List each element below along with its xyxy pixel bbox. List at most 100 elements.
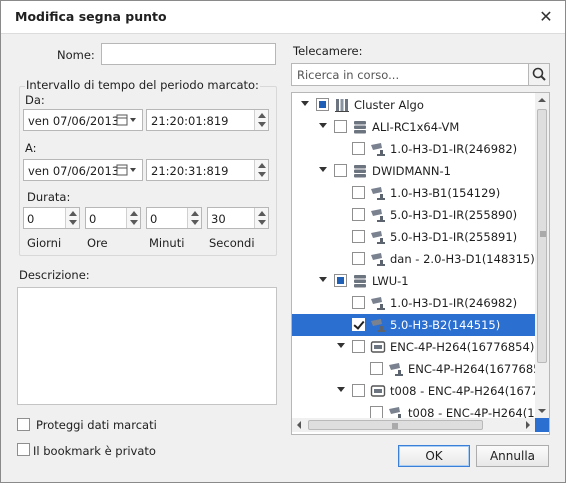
to-time-spinner[interactable] [254,160,268,180]
from-time-field[interactable]: 21:20:01:819 [146,109,269,131]
tree-item-checkbox[interactable] [352,384,365,397]
tree-vertical-scrollbar[interactable] [535,93,549,418]
camera-icon [370,317,386,333]
encoder-icon [370,383,386,399]
tree-item[interactable]: ENC-4P-H264(16776854) [292,336,536,358]
tree-item-label: ENC-4P-H264(16776854 [408,362,548,376]
duration-label: Durata: [27,190,71,204]
camera-icon [370,207,386,223]
tree-item[interactable]: ALI-RC1x64-VM [292,116,536,138]
tree-item-checkbox[interactable] [352,186,365,199]
search-icon[interactable] [528,63,550,86]
expand-arrow-icon[interactable] [336,341,346,351]
camera-icon [370,141,386,157]
tree-item-checkbox[interactable] [334,120,347,133]
scroll-up-icon[interactable] [535,93,549,107]
to-time-field[interactable]: 21:20:31:819 [146,159,269,181]
description-textarea[interactable] [17,287,277,405]
expand-arrow-icon[interactable] [300,99,310,109]
protect-data-checkbox[interactable] [17,418,30,431]
from-time-spinner[interactable] [254,110,268,130]
private-bookmark-checkbox[interactable] [17,443,30,456]
days-stepper[interactable]: 0 [23,207,80,229]
scroll-down-icon[interactable] [535,404,549,418]
tree-item[interactable]: Cluster Algo [292,94,536,116]
name-label: Nome: [57,48,95,62]
close-icon[interactable]: ✕ [537,8,555,26]
tree-item-checkbox[interactable] [316,98,329,111]
hours-spinner[interactable] [126,208,140,228]
tree-item[interactable]: 1.0-H3-D1-IR(246982) [292,292,536,314]
tree-item-checkbox[interactable] [352,340,365,353]
tree-item-label: 1.0-H3-B1(154129) [390,186,501,200]
tree-item[interactable]: 5.0-H3-D1-IR(255891) [292,226,536,248]
tree-item[interactable]: 1.0-H3-D1-IR(246982) [292,138,536,160]
to-date-picker[interactable]: ven 07/06/2013 [23,159,143,181]
days-label: Giorni [27,236,62,250]
from-time-value: 21:20:01:819 [151,114,229,128]
ok-button[interactable]: OK [398,445,470,467]
seconds-label: Secondi [209,236,255,250]
tree-item-checkbox[interactable] [334,274,347,287]
bookmark-dialog: Modifica segna punto ✕ Nome: Intervallo … [0,0,566,483]
expand-arrow-icon[interactable] [318,275,328,285]
tree-item-checkbox[interactable] [352,318,365,331]
from-date-picker[interactable]: ven 07/06/2013 [23,109,143,131]
tree-item-checkbox[interactable] [352,252,365,265]
name-input[interactable] [101,43,276,65]
tree-item-checkbox[interactable] [370,362,383,375]
tree-item-label: 1.0-H3-D1-IR(246982) [390,142,518,156]
tree-item-label: ALI-RC1x64-VM [372,120,460,134]
days-value: 0 [27,212,35,226]
scroll-right-icon[interactable] [521,418,535,432]
cameras-label: Telecamere: [293,44,363,58]
tree-item[interactable]: dan - 2.0-H3-D1(148315) (Ä [292,248,549,270]
expand-arrow-icon[interactable] [318,121,328,131]
encoder-icon [370,339,386,355]
to-time-value: 21:20:31:819 [151,164,229,178]
tree-item[interactable]: LWU-1 [292,270,536,292]
cancel-button[interactable]: Annulla [476,445,549,467]
calendar-dropdown-icon[interactable] [116,113,138,127]
server-icon [352,273,368,289]
minutes-stepper[interactable]: 0 [146,207,202,229]
seconds-stepper[interactable]: 30 [207,207,269,229]
tree-item-label: dan - 2.0-H3-D1(148315) (Ä [390,252,550,266]
tree-item-checkbox[interactable] [352,230,365,243]
days-spinner[interactable] [65,208,79,228]
calendar-dropdown-icon[interactable] [116,163,138,177]
tree-item-label: t008 - ENC-4P-H264(16776 [390,384,546,398]
minutes-spinner[interactable] [187,208,201,228]
tree-item[interactable]: 5.0-H3-D1-IR(255890) [292,204,536,226]
tree-item-checkbox[interactable] [352,296,365,309]
camera-icon [370,251,386,267]
protect-data-label: Proteggi dati marcati [36,418,157,432]
tree-item[interactable]: ENC-4P-H264(16776854 [292,358,548,380]
scroll-left-icon[interactable] [292,418,306,432]
search-placeholder: Ricerca in corso... [297,68,400,82]
tree-item-checkbox[interactable] [334,164,347,177]
tree-item-checkbox[interactable] [352,208,365,221]
to-date-value: ven 07/06/2013 [28,164,120,178]
tree-horizontal-scrollbar[interactable] [292,418,535,432]
camera-icon [370,295,386,311]
vertical-scroll-thumb[interactable] [537,109,547,363]
tree-item[interactable]: DWIDMANN-1 [292,160,536,182]
hours-stepper[interactable]: 0 [85,207,141,229]
tree-item[interactable]: t008 - ENC-4P-H264(16776 [292,380,546,402]
tree-item[interactable]: 5.0-H3-B2(144515) [292,314,536,336]
camera-icon [370,229,386,245]
camera-icon [388,361,404,377]
tree-item[interactable]: 1.0-H3-B1(154129) [292,182,536,204]
seconds-spinner[interactable] [254,208,268,228]
tree-item-checkbox[interactable] [352,142,365,155]
title-bar: Modifica segna punto ✕ [1,1,565,34]
expand-arrow-icon[interactable] [318,165,328,175]
horizontal-scroll-thumb[interactable] [308,420,483,430]
camera-search-input[interactable]: Ricerca in corso... [291,63,529,86]
tree-item-label: 1.0-H3-D1-IR(246982) [390,296,518,310]
expand-arrow-icon[interactable] [336,385,346,395]
tree-item-label: LWU-1 [372,274,409,288]
hours-value: 0 [89,212,97,226]
dialog-title: Modifica segna punto [15,9,167,24]
